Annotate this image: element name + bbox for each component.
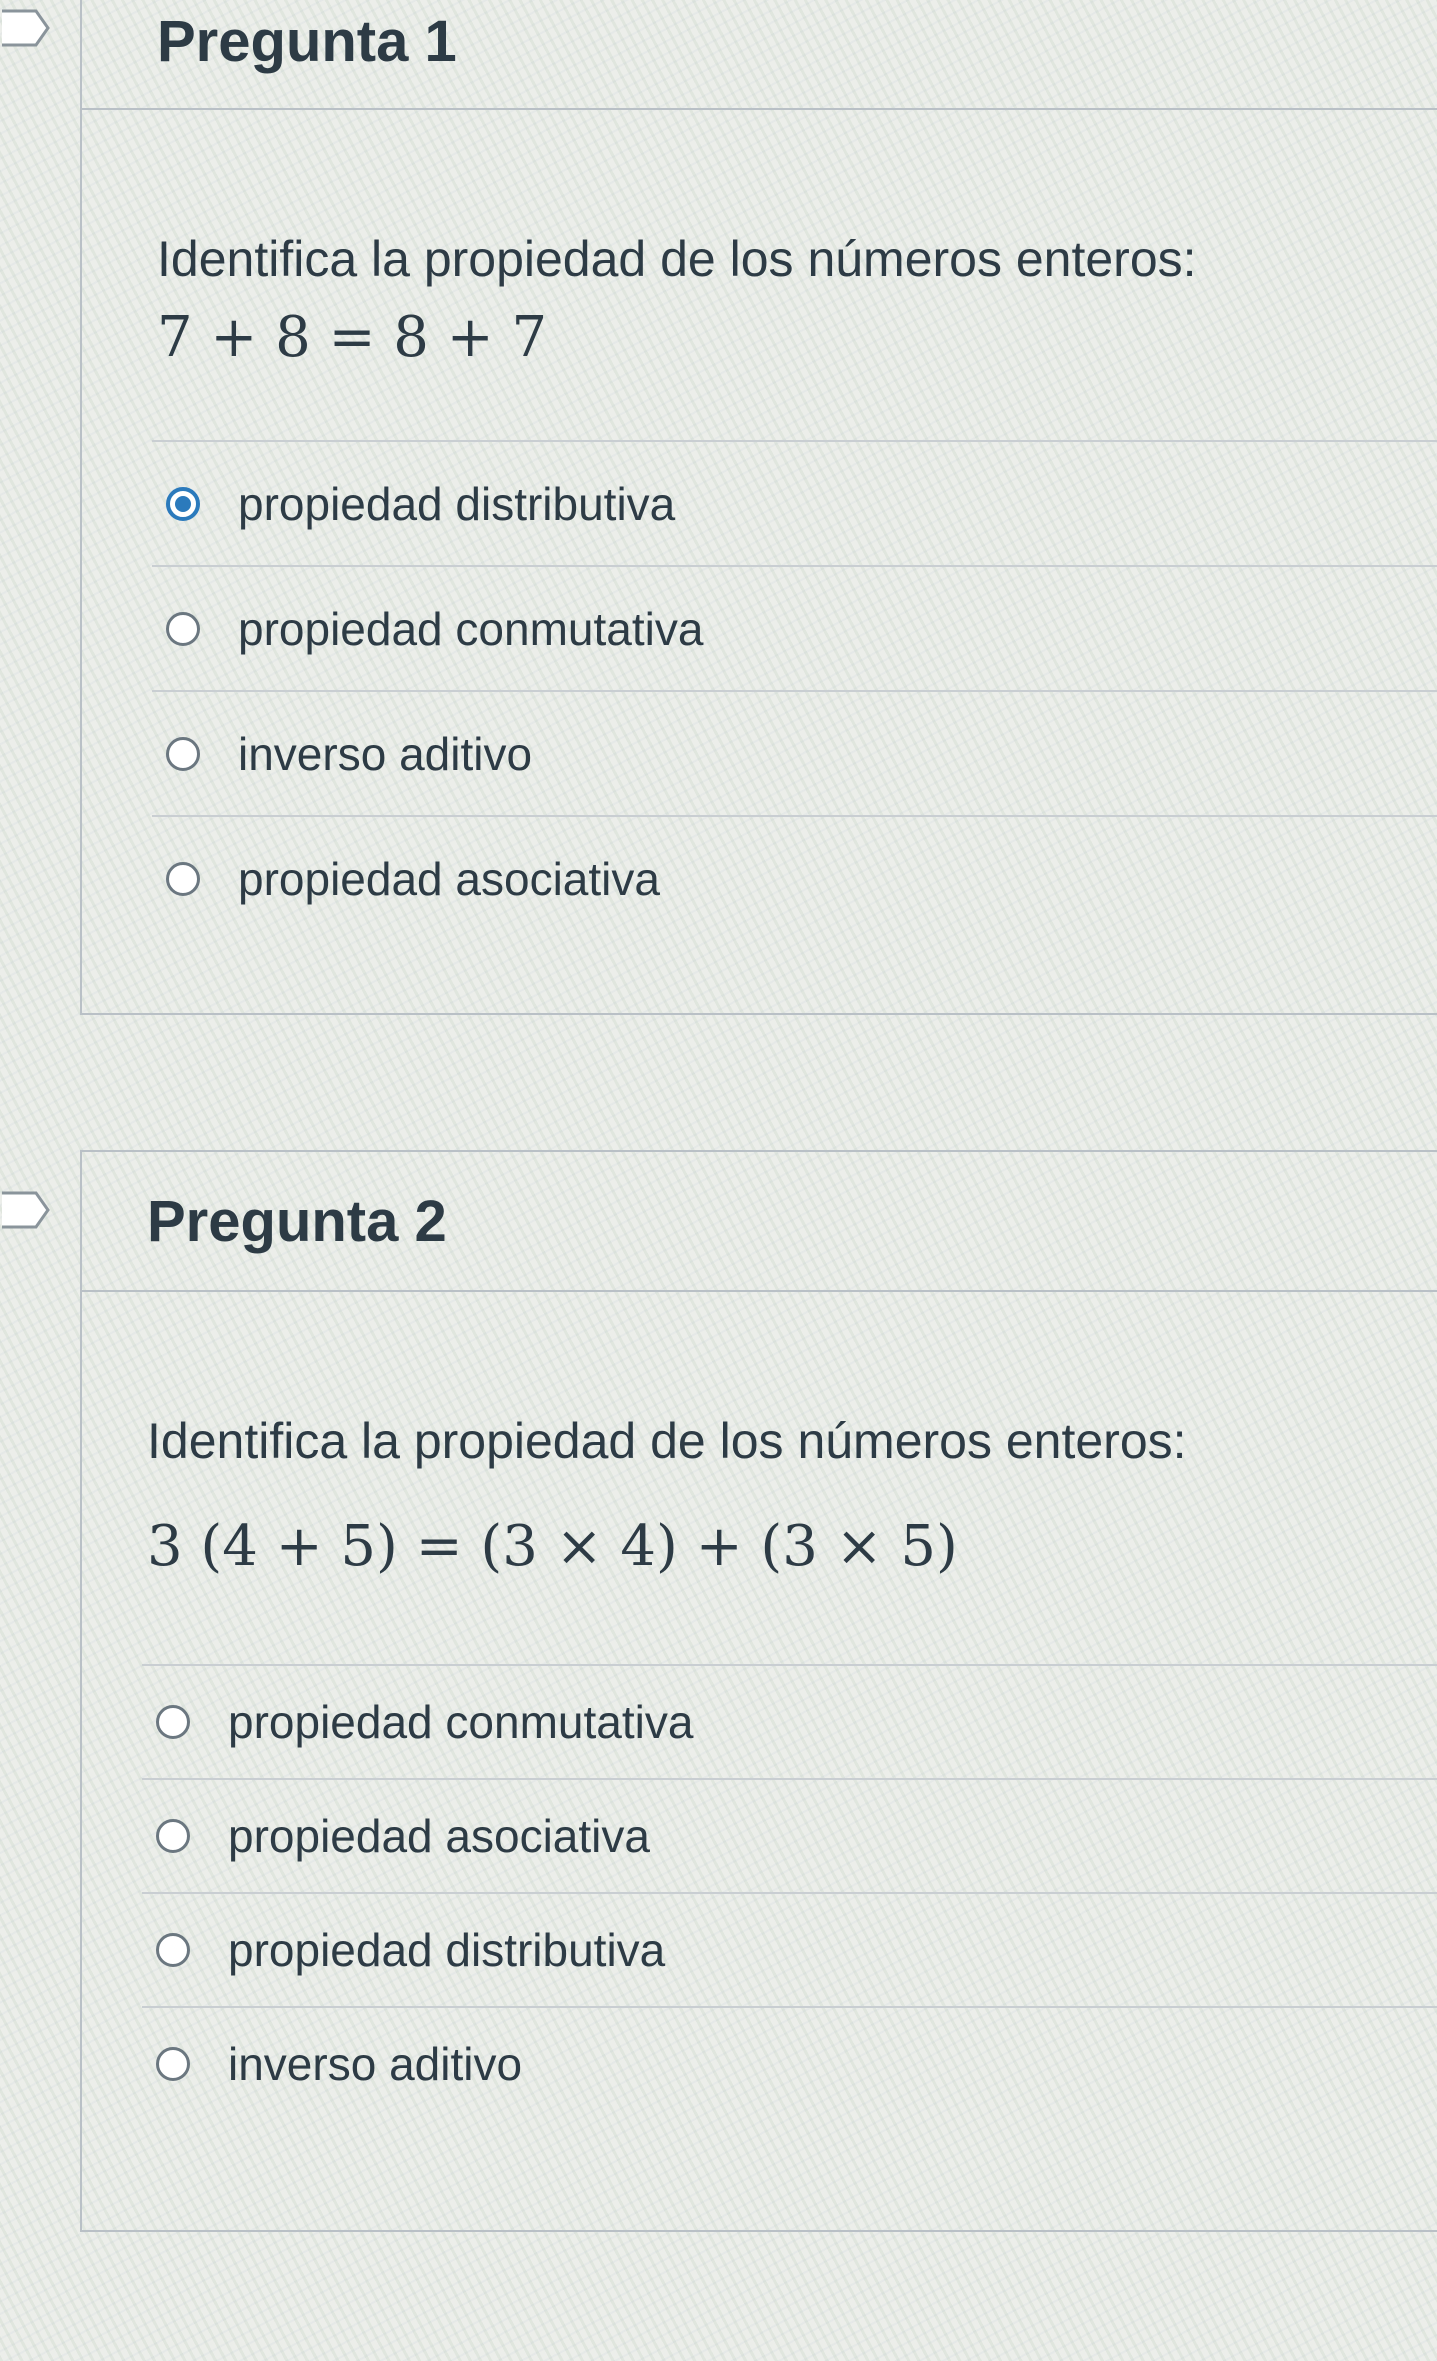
answer-option[interactable]: inverso aditivo (142, 2006, 1437, 2120)
question-divider (82, 2230, 1437, 2232)
radio-unselected-icon[interactable] (156, 2047, 190, 2081)
question-title: Pregunta 1 (157, 9, 457, 74)
answer-option[interactable]: propiedad conmutativa (142, 1664, 1437, 1778)
question-equation: 3 (4 + 5) = (3 × 4) + (3 × 5) (147, 1514, 958, 1579)
question-1: Pregunta 1 Identifica la propiedad de lo… (2, 0, 1437, 1015)
answer-option[interactable]: propiedad distributiva (142, 1892, 1437, 2006)
answer-label: propiedad distributiva (238, 477, 676, 530)
question-equation: 7 + 8 = 8 + 7 (157, 305, 548, 370)
question-divider (82, 1013, 1437, 1015)
answer-option[interactable]: propiedad asociativa (142, 1778, 1437, 1892)
flag-question-icon[interactable] (2, 8, 50, 48)
question-title: Pregunta 2 (147, 1189, 447, 1254)
answer-label: propiedad asociativa (228, 1810, 650, 1862)
radio-unselected-icon[interactable] (156, 1705, 190, 1739)
question-header: Pregunta 2 (82, 1152, 1437, 1292)
answer-list: propiedad conmutativa propiedad asociati… (142, 1664, 1437, 2120)
radio-unselected-icon[interactable] (156, 1933, 190, 1967)
answer-label: propiedad asociativa (238, 852, 660, 905)
answer-option[interactable]: propiedad distributiva (152, 440, 1437, 565)
answer-list: propiedad distributiva propiedad conmuta… (152, 440, 1437, 940)
radio-selected-icon[interactable] (166, 486, 200, 521)
answer-option[interactable]: propiedad asociativa (152, 815, 1437, 940)
question-header: Pregunta 1 (82, 0, 1437, 110)
question-prompt: Identifica la propiedad de los números e… (147, 1413, 1187, 1469)
answer-label: propiedad distributiva (228, 1924, 666, 1976)
answer-label: propiedad conmutativa (228, 1696, 694, 1748)
answer-label: propiedad conmutativa (238, 602, 704, 655)
flag-question-icon[interactable] (2, 1190, 50, 1230)
answer-label: inverso aditivo (238, 727, 533, 780)
radio-unselected-icon[interactable] (156, 1819, 190, 1853)
radio-unselected-icon[interactable] (166, 611, 200, 646)
radio-unselected-icon[interactable] (166, 861, 200, 896)
question-2: Pregunta 2 Identifica la propiedad de lo… (2, 1150, 1437, 2232)
radio-unselected-icon[interactable] (166, 736, 200, 771)
answer-option[interactable]: propiedad conmutativa (152, 565, 1437, 690)
question-prompt: Identifica la propiedad de los números e… (157, 231, 1197, 287)
answer-label: inverso aditivo (228, 2038, 523, 2090)
answer-option[interactable]: inverso aditivo (152, 690, 1437, 815)
